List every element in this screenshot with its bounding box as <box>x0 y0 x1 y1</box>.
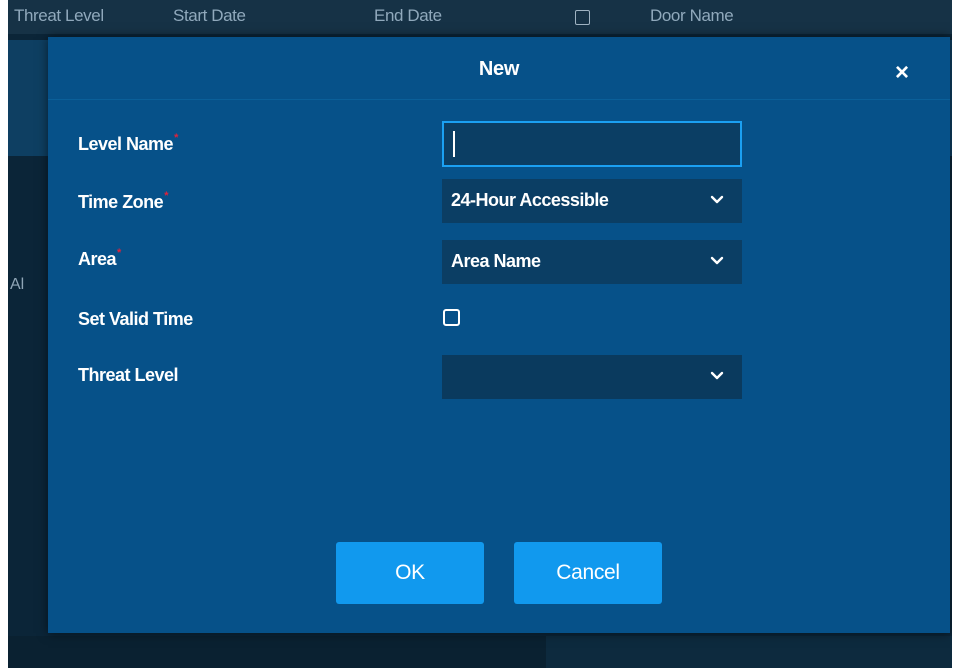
level-name-label-text: Level Name <box>78 134 174 154</box>
table-header: Threat Level Start Date End Date Door Na… <box>8 0 952 34</box>
level-name-label: Level Name* <box>78 132 178 155</box>
area-select[interactable]: Area Name <box>442 240 742 284</box>
required-marker: * <box>174 132 178 144</box>
time-zone-label: Time Zone* <box>78 190 168 213</box>
time-zone-label-text: Time Zone <box>78 192 164 212</box>
dialog-header: New × <box>48 37 950 100</box>
new-threat-level-dialog: New × Level Name* Time Zone* 24-Hour Acc… <box>48 37 950 633</box>
background-side-text: Al <box>10 276 25 293</box>
required-marker: * <box>117 247 121 259</box>
text-cursor <box>453 131 455 157</box>
area-label: Area* <box>78 247 121 270</box>
set-valid-time-checkbox[interactable] <box>443 309 460 326</box>
required-marker: * <box>164 190 168 202</box>
time-zone-select[interactable]: 24-Hour Accessible <box>442 179 742 223</box>
threat-level-label: Threat Level <box>78 365 179 385</box>
chevron-down-icon <box>710 256 724 265</box>
background-panel <box>8 40 48 156</box>
select-all-checkbox[interactable] <box>575 10 590 25</box>
threat-level-select[interactable] <box>442 355 742 399</box>
background-app: Threat Level Start Date End Date Door Na… <box>8 0 952 668</box>
area-label-text: Area <box>78 249 117 269</box>
area-selected-value: Area Name <box>451 251 541 271</box>
set-valid-time-label: Set Valid Time <box>78 309 193 329</box>
close-button[interactable]: × <box>890 61 914 85</box>
dialog-title: New <box>478 58 520 80</box>
close-icon: × <box>894 59 909 86</box>
chevron-down-icon <box>710 195 724 204</box>
chevron-down-icon <box>710 371 724 380</box>
background-footer-cell <box>546 636 952 668</box>
level-name-input[interactable] <box>442 121 742 167</box>
column-header-door-name[interactable]: Door Name <box>650 6 734 26</box>
column-header-end-date[interactable]: End Date <box>374 6 442 26</box>
time-zone-selected-value: 24-Hour Accessible <box>451 190 609 210</box>
column-header-start-date[interactable]: Start Date <box>173 6 246 26</box>
cancel-button[interactable]: Cancel <box>514 542 662 604</box>
ok-button[interactable]: OK <box>336 542 484 604</box>
column-header-threat-level[interactable]: Threat Level <box>14 6 104 26</box>
